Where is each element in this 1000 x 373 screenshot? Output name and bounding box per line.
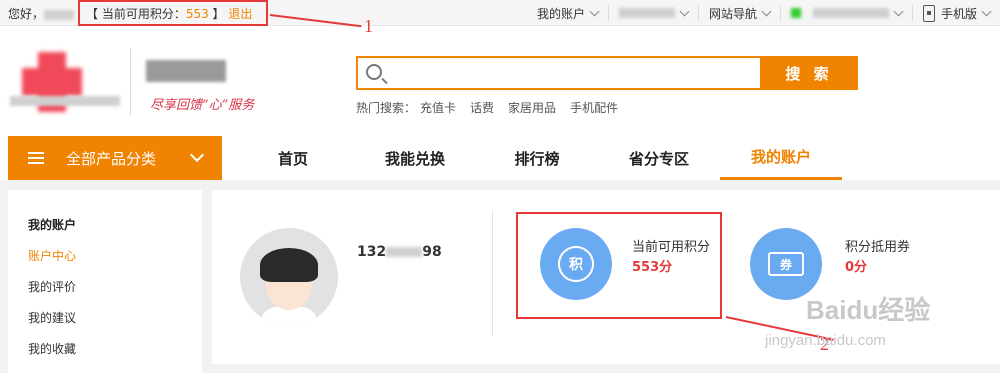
coupon-amount: 0分 (845, 260, 868, 275)
search-button[interactable]: 搜 索 (760, 56, 858, 90)
annotation-number-1: 1 (364, 16, 373, 36)
nav-redeem[interactable]: 我能兑换 (354, 136, 476, 180)
sidebar-item-account-center[interactable]: 账户中心 (28, 247, 202, 264)
avatar (240, 228, 338, 326)
blurred-logo-text (10, 96, 120, 106)
blurred-username (44, 9, 75, 20)
logo-icon-part (22, 68, 82, 96)
phone-icon (922, 4, 935, 22)
nav-my-account[interactable]: 我的账户 (720, 136, 842, 180)
watermark-logo: Baidu经验 (806, 295, 931, 325)
nav-province[interactable]: 省分专区 (598, 136, 720, 180)
points-icon: 积 (540, 228, 612, 300)
hot-search-link[interactable]: 手机配件 (570, 99, 618, 116)
blurred-menu-2[interactable] (781, 5, 913, 21)
chevron-down-icon (589, 6, 600, 16)
all-categories-button[interactable]: 全部产品分类 (8, 136, 222, 180)
slogan: 尽享回馈“心”服务 (150, 98, 255, 113)
sidebar-item-suggestions[interactable]: 我的建议 (28, 309, 202, 326)
sidebar-title: 我的账户 (28, 218, 77, 232)
coupon-label: 积分抵用券 (845, 240, 911, 255)
hot-search-link[interactable]: 话费 (470, 99, 494, 116)
logo-divider (130, 48, 131, 116)
phone-number: 132 98 (357, 244, 442, 260)
greeting: 您好， (8, 5, 75, 22)
watermark-url: jingyan.baidu.com (765, 332, 886, 349)
list-icon (28, 152, 44, 164)
top-bar: 您好， 【 当前可用积分：553 】 退出 我的账户 网站导航 手机版 (0, 0, 1000, 26)
nav-ranking[interactable]: 排行榜 (476, 136, 598, 180)
points-amount: 553分 (632, 260, 673, 275)
hot-searches: 热门搜索： 充值卡 话费 家居用品 手机配件 (356, 99, 619, 116)
sidebar: 我的账户 账户中心 我的评价 我的建议 我的收藏 (8, 190, 202, 373)
points-value: 553 (185, 7, 209, 21)
my-account-menu[interactable]: 我的账户 (527, 5, 609, 21)
nav-home[interactable]: 首页 (232, 136, 354, 180)
blurred-menu[interactable] (609, 5, 699, 21)
points-label: 当前可用积分 (632, 240, 711, 255)
hot-search-link[interactable]: 充值卡 (420, 99, 456, 116)
divider (492, 210, 493, 336)
points-summary: 【 当前可用积分：553 】 退出 (78, 0, 268, 26)
sidebar-item-reviews[interactable]: 我的评价 (28, 278, 202, 295)
sidebar-item-favorites[interactable]: 我的收藏 (28, 340, 202, 357)
main-nav: 首页 我能兑换 排行榜 省分专区 我的账户 (232, 136, 842, 180)
top-links: 我的账户 网站导航 手机版 (527, 4, 1000, 22)
chevron-down-icon (761, 6, 772, 16)
chevron-down-icon (981, 6, 992, 16)
search-input[interactable] (356, 56, 760, 90)
chevron-down-icon (189, 147, 205, 163)
chevron-down-icon (679, 6, 690, 16)
mobile-link[interactable]: 手机版 (913, 4, 1000, 22)
search-icon (366, 64, 382, 80)
logout-link[interactable]: 退出 (228, 7, 252, 21)
hot-search-link[interactable]: 家居用品 (508, 99, 556, 116)
blurred-site-name (146, 60, 226, 82)
site-nav-menu[interactable]: 网站导航 (699, 5, 781, 21)
chevron-down-icon (893, 6, 904, 16)
